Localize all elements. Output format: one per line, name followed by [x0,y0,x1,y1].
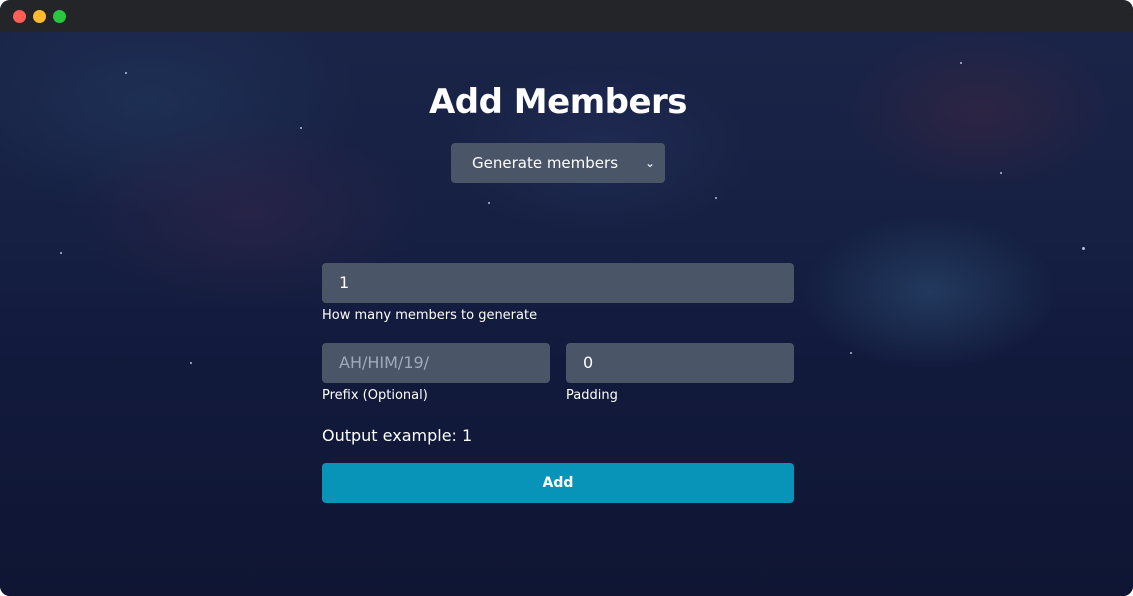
star-decoration [1082,247,1085,250]
prefix-label: Prefix (Optional) [322,388,428,403]
star-decoration [190,362,192,364]
page-viewport: Add Members Generate members ⌄ 1 How man… [0,32,1133,596]
star-decoration [1000,172,1002,174]
add-button[interactable]: Add [322,463,794,503]
member-count-label: How many members to generate [322,308,538,323]
star-decoration [488,202,490,204]
star-decoration [960,62,962,64]
star-decoration [300,127,302,129]
chevron-down-icon: ⌄ [644,156,655,170]
star-decoration [60,252,62,254]
output-example: Output example: 1 [322,426,473,445]
member-count-input[interactable]: 1 [322,263,794,303]
minimize-window-button[interactable] [33,10,46,23]
title-bar [0,0,1133,32]
page-title: Add Members [428,82,688,122]
app-window: Add Members Generate members ⌄ 1 How man… [0,0,1133,596]
mode-select[interactable]: Generate members ⌄ [451,143,665,183]
star-decoration [125,72,127,74]
maximize-window-button[interactable] [53,10,66,23]
star-decoration [715,197,717,199]
star-decoration [850,352,852,354]
padding-label: Padding [566,388,618,403]
padding-input[interactable]: 0 [566,343,794,383]
close-window-button[interactable] [13,10,26,23]
prefix-input[interactable]: AH/HIM/19/ [322,343,550,383]
mode-select-value: Generate members [472,154,619,172]
